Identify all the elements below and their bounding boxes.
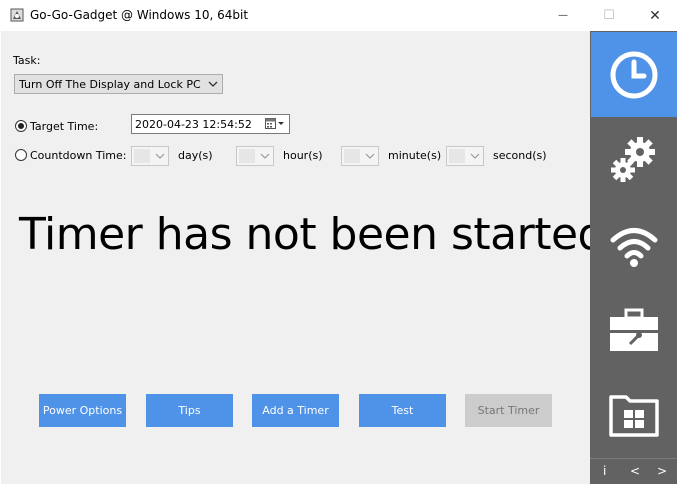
title-bar: Go-Go-Gadget @ Windows 10, 64bit — ☐ ✕ [0, 0, 678, 31]
sidebar: i < > [590, 31, 677, 484]
add-timer-button[interactable]: Add a Timer [252, 394, 339, 427]
chevron-down-icon [365, 150, 375, 165]
task-selected-value: Turn Off The Display and Lock PC [19, 78, 201, 91]
hours-unit-label: hour(s) [283, 149, 323, 162]
days-value-box [134, 149, 150, 163]
sidebar-footer: i < > [590, 458, 677, 485]
windows-folder-icon [609, 394, 659, 437]
target-time-radio[interactable] [15, 120, 27, 132]
sidebar-item-timer[interactable] [591, 32, 677, 117]
target-time-label: Target Time: [30, 120, 99, 133]
task-dropdown[interactable]: Turn Off The Display and Lock PC [14, 74, 223, 94]
seconds-dropdown[interactable] [446, 146, 484, 166]
next-link[interactable]: > [657, 464, 667, 478]
maximize-icon: ☐ [603, 8, 615, 23]
prev-link[interactable]: < [630, 464, 640, 478]
toolbox-icon [610, 308, 658, 351]
radio-selected-dot [18, 123, 24, 129]
minutes-unit-label: minute(s) [388, 149, 442, 162]
close-button[interactable]: ✕ [632, 0, 678, 31]
sidebar-item-network[interactable] [591, 202, 677, 287]
clock-icon [610, 51, 658, 98]
tips-button[interactable]: Tips [146, 394, 233, 427]
target-time-value: 2020-04-23 12:54:52 [135, 118, 252, 131]
calendar-icon[interactable] [265, 118, 285, 133]
minutes-dropdown[interactable] [341, 146, 379, 166]
days-unit-label: day(s) [178, 149, 213, 162]
hours-dropdown[interactable] [236, 146, 274, 166]
main-panel: Task: Turn Off The Display and Lock PC T… [1, 31, 605, 484]
minimize-icon: — [558, 10, 568, 21]
start-timer-button: Start Timer [465, 394, 552, 427]
hours-value-box [239, 149, 255, 163]
timer-status-message: Timer has not been started [19, 209, 605, 260]
wifi-icon [610, 227, 658, 267]
maximize-button[interactable]: ☐ [586, 0, 632, 31]
power-options-button[interactable]: Power Options [39, 394, 126, 427]
sidebar-item-windows[interactable] [591, 372, 677, 457]
days-dropdown[interactable] [131, 146, 169, 166]
chevron-down-icon [470, 150, 480, 165]
countdown-time-label: Countdown Time: [30, 149, 127, 162]
info-link[interactable]: i [603, 464, 606, 478]
chevron-down-icon [155, 150, 165, 165]
window-title: Go-Go-Gadget @ Windows 10, 64bit [30, 8, 249, 22]
close-icon: ✕ [649, 7, 661, 24]
target-time-picker[interactable]: 2020-04-23 12:54:52 [131, 114, 290, 134]
seconds-unit-label: second(s) [493, 149, 547, 162]
app-icon [9, 7, 25, 23]
test-button[interactable]: Test [359, 394, 446, 427]
chevron-down-icon [208, 77, 218, 94]
sidebar-item-tools[interactable] [591, 287, 677, 372]
minimize-button[interactable]: — [540, 0, 586, 31]
chevron-down-icon [260, 150, 270, 165]
gears-icon [611, 136, 655, 182]
minutes-value-box [344, 149, 360, 163]
task-label: Task: [13, 54, 41, 67]
seconds-value-box [449, 149, 465, 163]
countdown-time-radio[interactable] [15, 149, 27, 161]
sidebar-item-settings[interactable] [591, 117, 677, 202]
